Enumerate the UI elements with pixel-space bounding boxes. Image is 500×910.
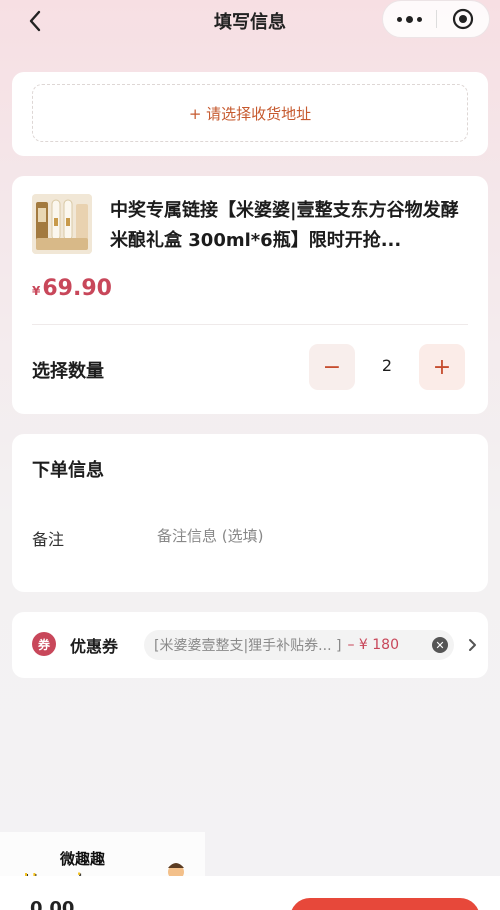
remark-label: 备注 (32, 530, 65, 549)
order-info-title: 下单信息 (32, 460, 104, 481)
order-info-card: 下单信息 备注 (12, 434, 488, 592)
submit-order-button[interactable] (290, 898, 480, 910)
chevron-right-icon (469, 639, 476, 651)
coupon-name: [米婆婆壹整支|狸手补贴券... ] (154, 638, 342, 654)
coupon-label: 优惠券 (70, 637, 119, 656)
quantity-value: 2 (381, 356, 393, 375)
quantity-decrease-button[interactable]: − (309, 344, 355, 390)
total-price: 0.00 (30, 898, 75, 910)
watermark-text: 微趣趣 (60, 850, 106, 868)
select-address-button[interactable]: + 请选择收货地址 (32, 84, 468, 142)
product-card: 中奖专属链接【米婆婆|壹整支东方谷物发酵米酿礼盒 300ml*6瓶】限时开抢..… (12, 176, 488, 414)
nav-bar: 填写信息 (0, 0, 500, 44)
clear-circle-icon[interactable]: ✕ (432, 637, 448, 653)
plus-icon: + (432, 354, 452, 380)
divider (32, 324, 468, 325)
coupon-more-button[interactable] (462, 634, 482, 656)
mini-program-capsule (382, 0, 490, 38)
price-value: 69.90 (42, 276, 112, 301)
close-mini-program-button[interactable] (436, 1, 489, 37)
quantity-increase-button[interactable]: + (419, 344, 465, 390)
coupon-amount: – ¥ 180 (347, 637, 399, 653)
more-button[interactable] (383, 1, 436, 37)
target-close-icon (452, 8, 473, 30)
coupon-card[interactable]: 券 优惠券 [米婆婆壹整支|狸手补贴券... ] – ¥ 180 ✕ (12, 612, 488, 678)
selected-coupon[interactable]: [米婆婆壹整支|狸手补贴券... ] – ¥ 180 ✕ (144, 630, 454, 660)
address-card: + 请选择收货地址 (12, 72, 488, 156)
remark-input[interactable] (157, 522, 457, 550)
more-dots-icon (396, 16, 402, 22)
price-currency: ¥ (32, 284, 41, 298)
product-thumbnail-graphic (32, 194, 92, 254)
product-price: ¥69.90 (32, 276, 112, 301)
bottom-bar: 0.00 (0, 876, 500, 910)
quantity-label: 选择数量 (32, 361, 104, 382)
coupon-icon: 券 (32, 632, 56, 656)
product-title[interactable]: 中奖专属链接【米婆婆|壹整支东方谷物发酵米酿礼盒 300ml*6瓶】限时开抢..… (110, 196, 470, 256)
minus-icon: − (322, 354, 342, 380)
select-address-label: + 请选择收货地址 (188, 104, 312, 123)
product-image (32, 194, 92, 254)
